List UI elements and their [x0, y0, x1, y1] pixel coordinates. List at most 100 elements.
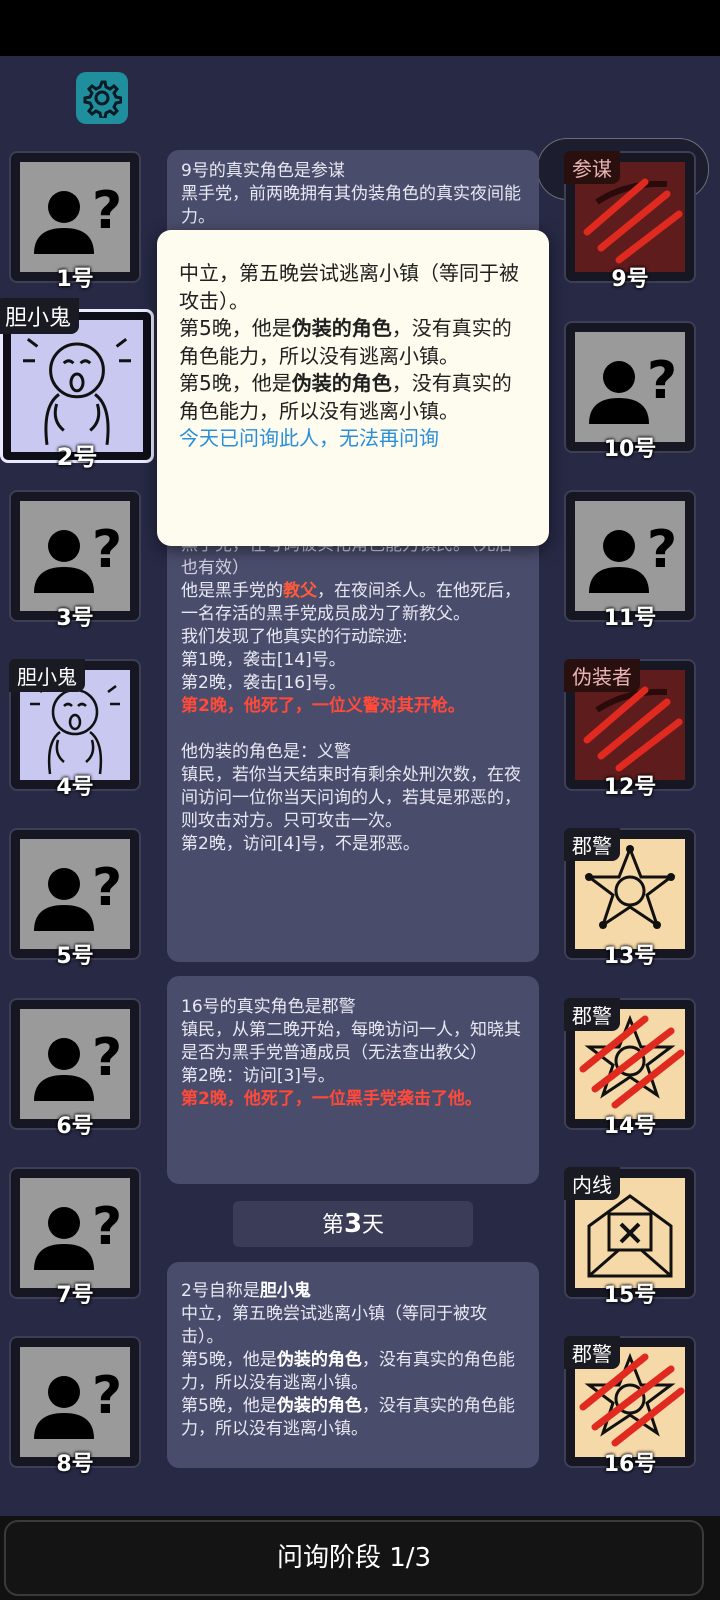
player-number: 15号	[603, 1283, 657, 1308]
unknown-player-icon: ?	[34, 1366, 122, 1439]
player-number: 4号	[56, 775, 94, 800]
player-card[interactable]: ? 5号	[9, 828, 141, 969]
log-role-line: 他是黑手党的教父，在夜间杀人。在他死后，一名存活的黑手党成员成为了新教父。	[181, 580, 525, 626]
player-card[interactable]: 郡警 14号	[564, 998, 696, 1139]
log-line: 中立，第五晚尝试逃离小镇（等同于被攻击）。	[181, 1304, 487, 1347]
player-number: 10号	[603, 437, 657, 462]
svg-text:?: ?	[92, 181, 122, 241]
player-number: 16号	[603, 1452, 657, 1477]
role-badge: 内线	[564, 1167, 620, 1200]
player-number: 2号	[56, 443, 98, 471]
player-portrait: ?	[20, 839, 130, 949]
unknown-player-icon: ?	[589, 351, 677, 424]
player-card[interactable]: ? 3号	[9, 490, 141, 631]
svg-text:?: ?	[92, 1197, 122, 1257]
role-badge: 胆小鬼	[9, 659, 85, 692]
role-badge: 郡警	[564, 1336, 620, 1369]
player-number: 8号	[56, 1452, 94, 1477]
coward-icon	[23, 338, 131, 445]
day-prefix: 第	[321, 1213, 344, 1238]
unknown-player-icon: ?	[34, 858, 122, 931]
day-number: 3	[343, 1209, 363, 1239]
role-badge: 参谋	[564, 151, 620, 184]
player-card[interactable]: 参谋 9号	[564, 151, 696, 292]
player-portrait: ?	[20, 162, 130, 272]
unknown-player-icon: ?	[34, 1028, 122, 1101]
player-portrait: ?	[20, 501, 130, 611]
player-number: 12号	[603, 775, 657, 800]
log-death-line: 第2晚，他死了，一位义警对其开枪。	[181, 696, 465, 716]
log-line: 他伪装的角色是：义警	[181, 742, 351, 762]
player-number: 9号	[611, 267, 649, 292]
log-message-9: 9号的真实角色是参谋 黑手党，前两晚拥有其伪装角色的真实夜间能力。	[167, 150, 539, 242]
svg-text:?: ?	[92, 858, 122, 918]
log-message-2: 2号自称是胆小鬼 中立，第五晚尝试逃离小镇（等同于被攻击）。 第5晚，他是伪装的…	[167, 1262, 539, 1468]
log-text: 2号自称是	[181, 1281, 260, 1301]
player-card[interactable]: ? 1号	[9, 151, 141, 292]
role-badge: 郡警	[564, 998, 620, 1031]
log-message-16: 16号的真实角色是郡警 镇民，从第二晚开始，每晚访问一人，知晓其是否为黑手党普通…	[167, 976, 539, 1184]
log-text: 第5晚，他是	[181, 1350, 277, 1370]
player-card[interactable]: 郡警 13号	[564, 828, 696, 969]
role-godfather: 教父	[283, 581, 317, 601]
log-line: 我们发现了他真实的行动踪迹:	[181, 627, 408, 647]
player-card[interactable]: ? 6号	[9, 998, 141, 1139]
popup-emph: 伪装的角色	[291, 371, 392, 395]
player-card[interactable]: ? 10号	[564, 321, 696, 462]
player-card[interactable]: 伪装者 12号	[564, 659, 696, 800]
player-number: 14号	[603, 1114, 657, 1139]
role-badge: 郡警	[564, 828, 620, 861]
log-message-godfather: 黑手党，在号码被实化角色能力镇民。（死后也有效） 他是黑手党的教父，在夜间杀人。…	[167, 520, 539, 962]
player-portrait: ?	[575, 501, 685, 611]
popup-line: 第5晚，他是伪装的角色，没有真实的角色能力，所以没有逃离小镇。	[179, 315, 529, 370]
log-emph: 伪装的角色	[276, 1396, 362, 1416]
popup-emph: 伪装的角色	[291, 316, 392, 340]
player-card[interactable]: ? 11号	[564, 490, 696, 631]
day-suffix: 天	[362, 1213, 385, 1238]
player-portrait: ?	[575, 332, 685, 442]
player-number: 1号	[56, 267, 94, 292]
player-number: 3号	[56, 606, 94, 631]
status-bar	[0, 0, 720, 56]
player-card[interactable]: 胆小鬼 4号	[9, 659, 141, 800]
claimed-role: 胆小鬼	[259, 1281, 311, 1301]
log-line: 第2晚，访问[4]号，不是邪恶。	[181, 834, 420, 854]
player-card[interactable]: 内线 15号	[564, 1167, 696, 1308]
player-portrait: ?	[20, 1347, 130, 1457]
player-card[interactable]: 胆小鬼 2号	[0, 298, 154, 471]
log-text: 第5晚，他是	[181, 1396, 277, 1416]
log-line: 第2晚：访问[3]号。	[181, 1066, 335, 1086]
log-line: 第5晚，他是伪装的角色，没有真实的角色能力，所以没有逃离小镇。	[181, 1349, 525, 1395]
player-number: 5号	[56, 944, 94, 969]
log-title: 2号自称是胆小鬼	[181, 1280, 525, 1303]
player-portrait	[11, 320, 143, 452]
player-card[interactable]: ? 7号	[9, 1167, 141, 1308]
log-line: 第1晚，袭击[14]号。	[181, 650, 346, 670]
player-portrait: ?	[20, 1009, 130, 1119]
player-card[interactable]: ? 8号	[9, 1336, 141, 1477]
player-number: 7号	[56, 1283, 94, 1308]
svg-text:?: ?	[647, 520, 677, 580]
player-card[interactable]: 郡警 16号	[564, 1336, 696, 1477]
unknown-player-icon: ?	[34, 520, 122, 593]
log-text: 他是黑手党的	[181, 581, 283, 601]
popup-status-link[interactable]: 今天已问询此人，无法再问询	[179, 425, 529, 453]
phase-footer: 问询阶段 1/3	[0, 1516, 720, 1600]
log-line: 镇民，从第二晚开始，每晚访问一人，知晓其是否为黑手党普通成员（无法查出教父）	[181, 1020, 521, 1063]
day-divider: 第3天	[233, 1201, 473, 1247]
log-death-line: 第2晚，他死了，一位黑手党袭击了他。	[181, 1089, 482, 1109]
role-info-popup[interactable]: 中立，第五晚尝试逃离小镇（等同于被攻击）。 第5晚，他是伪装的角色，没有真实的角…	[157, 230, 549, 546]
role-badge: 伪装者	[564, 659, 640, 692]
phase-label[interactable]: 问询阶段 1/3	[4, 1520, 704, 1596]
player-number: 11号	[603, 606, 657, 631]
log-body: 黑手党，前两晚拥有其伪装角色的真实夜间能力。	[181, 184, 521, 227]
svg-text:?: ?	[647, 351, 677, 411]
popup-line: 第5晚，他是伪装的角色，没有真实的角色能力，所以没有逃离小镇。	[179, 370, 529, 425]
gear-icon	[83, 80, 122, 118]
settings-button[interactable]	[76, 72, 128, 124]
player-portrait: ?	[20, 1178, 130, 1288]
popup-text: 第5晚，他是	[179, 371, 292, 395]
log-line: 第5晚，他是伪装的角色，没有真实的角色能力，所以没有逃离小镇。	[181, 1395, 525, 1441]
unknown-player-icon: ?	[34, 181, 122, 254]
